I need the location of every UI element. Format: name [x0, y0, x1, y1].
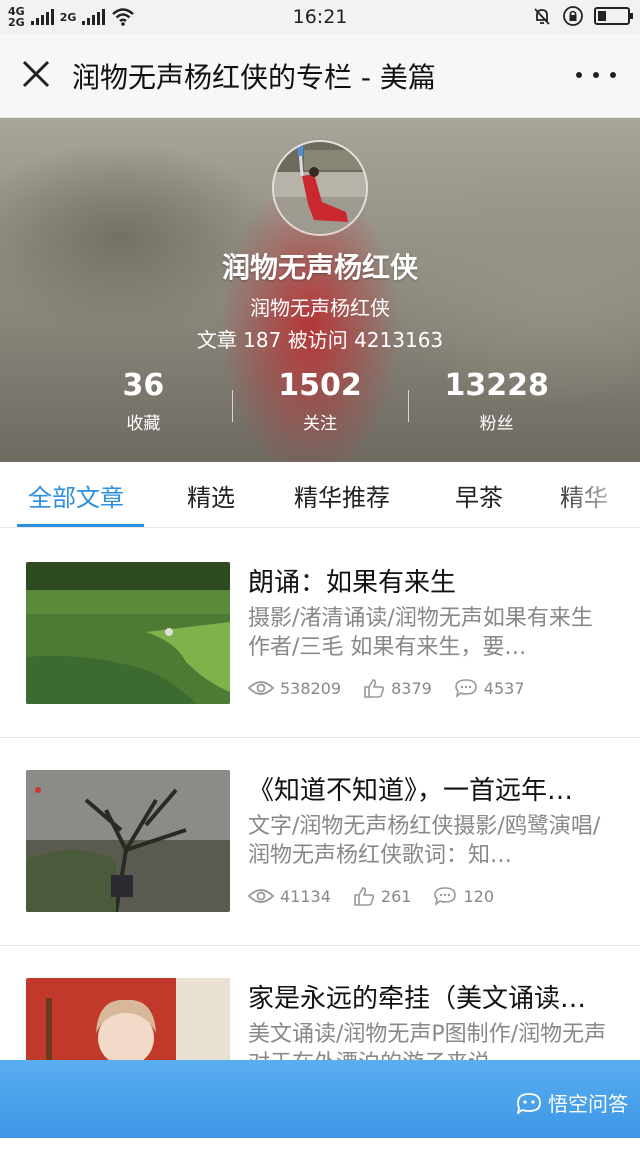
profile-header: 润物无声杨红侠 润物无声杨红侠 文章 187 被访问 4213163 36 收藏… — [0, 118, 640, 462]
stat-followers[interactable]: 13228 粉丝 — [408, 368, 585, 438]
wukong-logo-icon — [516, 1092, 541, 1114]
article-thumbnail — [26, 770, 230, 912]
lock-rotation-icon — [563, 6, 583, 26]
article-summary: 摄影/渚清诵读/润物无声如果有来生 作者/三毛 如果有来生，要… — [248, 606, 593, 660]
close-button[interactable] — [18, 56, 54, 92]
comment-icon — [434, 887, 457, 906]
thumbs-up-icon — [354, 887, 375, 906]
tab-featured[interactable]: 精选 — [187, 478, 235, 513]
article-stats: 538209 8379 4537 — [248, 678, 547, 698]
avatar[interactable] — [272, 140, 368, 236]
article-item[interactable]: 《知道不知道》，一首远年… 文字/润物无声杨红侠摄影/鸥鹭演唱/润物无声杨红侠歌… — [0, 738, 640, 946]
thumbs-up-icon — [364, 679, 385, 698]
stat-label: 收藏 — [126, 414, 161, 434]
more-button[interactable] — [576, 60, 616, 90]
view-count: 538209 — [280, 678, 342, 698]
author-meta: 文章 187 被访问 4213163 — [196, 328, 444, 352]
stat-following[interactable]: 1502 关注 — [231, 368, 409, 438]
profile-stats: 36 收藏 1502 关注 13228 粉丝 — [55, 368, 585, 438]
stat-value: 13228 — [444, 368, 549, 403]
mute-bell-icon — [534, 8, 550, 25]
brand-name: 悟空问答 — [548, 1092, 628, 1116]
article-title: 家是永远的牵挂（美文诵读… — [248, 984, 587, 1014]
tab-all-articles[interactable]: 全部文章 — [28, 478, 124, 513]
stat-value: 1502 — [278, 368, 362, 403]
avatar-image — [274, 142, 366, 234]
tabs-fade — [550, 462, 640, 527]
article-summary: 文字/润物无声杨红侠摄影/鸥鹭演唱/润物无声杨红侠歌词：知… — [248, 814, 601, 868]
like-count: 261 — [380, 886, 412, 906]
status-icons — [532, 5, 633, 27]
status-bar: 4G 2G 2G 16:21 — [0, 0, 640, 34]
comment-icon — [454, 679, 477, 698]
article-title: 《知道不知道》，一首远年… — [248, 776, 574, 806]
stat-label: 关注 — [303, 414, 337, 434]
stat-favorites[interactable]: 36 收藏 — [55, 368, 232, 438]
comment-count: 120 — [463, 886, 494, 906]
app-banner[interactable]: 悟空问答 — [0, 1060, 640, 1138]
article-title: 朗诵：如果有来生 — [248, 568, 457, 598]
like-count: 8379 — [391, 678, 432, 698]
tab-highlights[interactable]: 精华推荐 — [294, 478, 390, 513]
author-name: 润物无声杨红侠 — [221, 251, 418, 284]
article-thumbnail — [26, 562, 230, 704]
title-bar: 润物无声杨红侠的专栏 - 美篇 — [0, 34, 640, 118]
page-title: 润物无声杨红侠的专栏 - 美篇 — [72, 61, 436, 94]
article-stats: 41134 261 120 — [248, 886, 516, 906]
category-tabs: 全部文章 精选 精华推荐 早茶 精华 — [0, 462, 640, 528]
active-tab-indicator — [17, 524, 144, 527]
brand-logo: 悟空问答 — [516, 1088, 628, 1117]
eye-icon — [248, 889, 274, 903]
tab-morning-tea[interactable]: 早茶 — [455, 478, 503, 513]
battery-icon — [594, 7, 633, 25]
stat-value: 36 — [122, 368, 165, 403]
author-subtitle: 润物无声杨红侠 — [250, 296, 390, 320]
article-item[interactable]: 朗诵：如果有来生 摄影/渚清诵读/润物无声如果有来生 作者/三毛 如果有来生，要… — [0, 530, 640, 738]
eye-icon — [248, 681, 274, 695]
stat-label: 粉丝 — [479, 414, 514, 434]
comment-count: 4537 — [483, 678, 525, 698]
close-icon — [22, 60, 50, 88]
view-count: 41134 — [280, 886, 331, 906]
more-icon — [576, 72, 582, 78]
